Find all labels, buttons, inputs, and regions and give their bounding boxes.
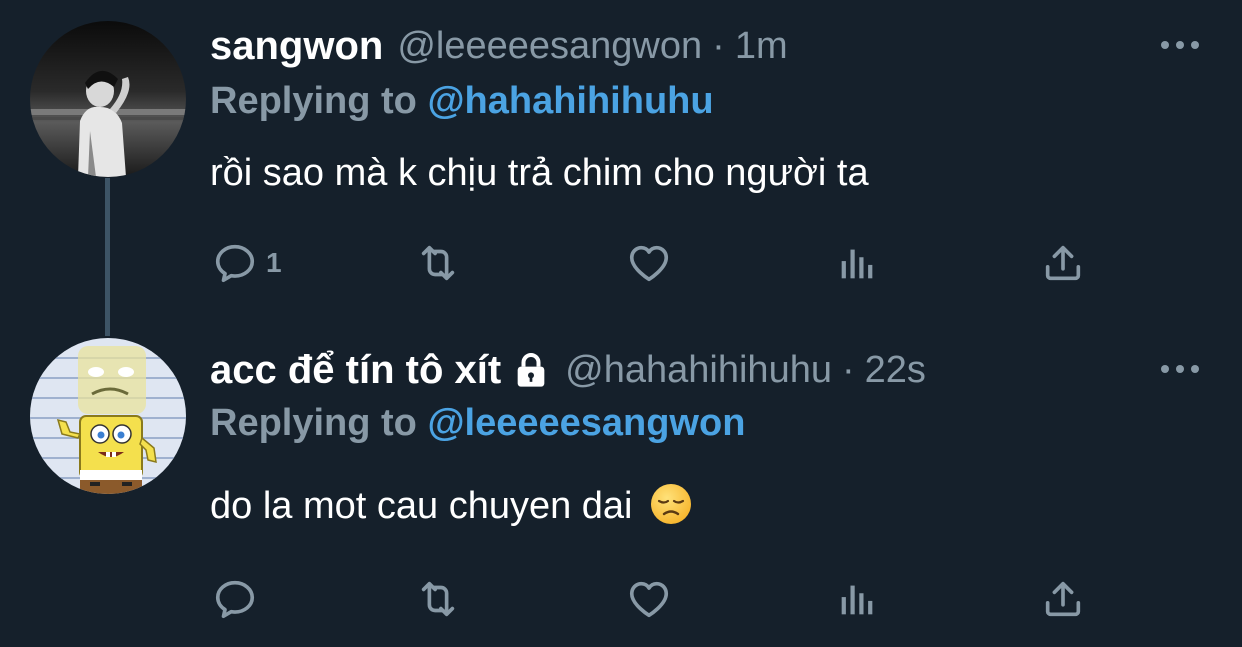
reply-count: 1 <box>266 247 282 278</box>
analytics-button[interactable] <box>834 238 880 288</box>
tweet-actions <box>212 574 1092 624</box>
replying-to-label: Replying to <box>210 402 417 444</box>
more-icon[interactable] <box>1158 354 1202 384</box>
analytics-button[interactable] <box>834 574 880 624</box>
thread-connector-line <box>105 178 110 336</box>
disappointed-face-icon <box>649 482 693 536</box>
reply-button[interactable]: 1 <box>212 238 282 288</box>
display-name[interactable]: acc để tín tô xít <box>210 348 501 393</box>
heart-icon <box>629 245 669 282</box>
timestamp[interactable]: 1m <box>735 25 788 68</box>
replying-to-label: Replying to <box>210 80 417 122</box>
tweet[interactable]: acc để tín tô xít @hahahihihuhu · 22s Re… <box>0 330 1242 647</box>
avatar[interactable] <box>30 338 186 494</box>
retweet-icon <box>421 245 455 281</box>
retweet-button[interactable] <box>415 238 461 288</box>
display-name[interactable]: sangwon <box>210 24 383 69</box>
reply-icon <box>215 244 255 283</box>
reply-icon <box>215 580 255 619</box>
avatar-cartoon <box>30 338 186 494</box>
replying-to-handle-link[interactable]: @hahahihihuhu <box>427 80 713 122</box>
separator-dot: · <box>712 24 725 67</box>
tweet-actions: 1 <box>212 238 1092 288</box>
tweet-text: do la mot cau chuyen dai <box>210 485 633 527</box>
share-icon <box>1045 581 1081 617</box>
retweet-icon <box>421 581 455 617</box>
tweet-text-container: do la mot cau chuyen dai <box>210 482 693 536</box>
tweet[interactable]: sangwon @leeeeesangwon · 1m Replying to … <box>0 0 1242 336</box>
tweet-text: rồi sao mà k chịu trả chim cho người ta <box>210 152 869 194</box>
replying-to-line: Replying to @hahahihihuhu <box>210 80 714 123</box>
like-button[interactable] <box>626 238 672 288</box>
avatar[interactable] <box>30 21 186 177</box>
avatar-photo <box>30 21 186 177</box>
heart-icon <box>629 581 669 618</box>
retweet-button[interactable] <box>415 574 461 624</box>
share-button[interactable] <box>1040 574 1086 624</box>
separator-dot: · <box>841 348 855 391</box>
timestamp[interactable]: 22s <box>865 349 926 392</box>
lock-icon <box>511 350 551 390</box>
tweet-header: acc để tín tô xít @hahahihihuhu · 22s <box>210 344 1202 396</box>
user-handle[interactable]: @leeeeesangwon <box>397 25 702 68</box>
analytics-icon <box>841 585 873 615</box>
share-icon <box>1045 245 1081 281</box>
more-icon[interactable] <box>1158 30 1202 60</box>
analytics-icon <box>841 249 873 279</box>
user-handle[interactable]: @hahahihihuhu <box>565 349 832 392</box>
reply-button[interactable] <box>212 574 258 624</box>
tweet-header: sangwon @leeeeesangwon · 1m <box>210 20 1202 72</box>
share-button[interactable] <box>1040 238 1086 288</box>
replying-to-handle-link[interactable]: @leeeeesangwon <box>427 402 745 444</box>
replying-to-line: Replying to @leeeeesangwon <box>210 402 745 445</box>
like-button[interactable] <box>626 574 672 624</box>
